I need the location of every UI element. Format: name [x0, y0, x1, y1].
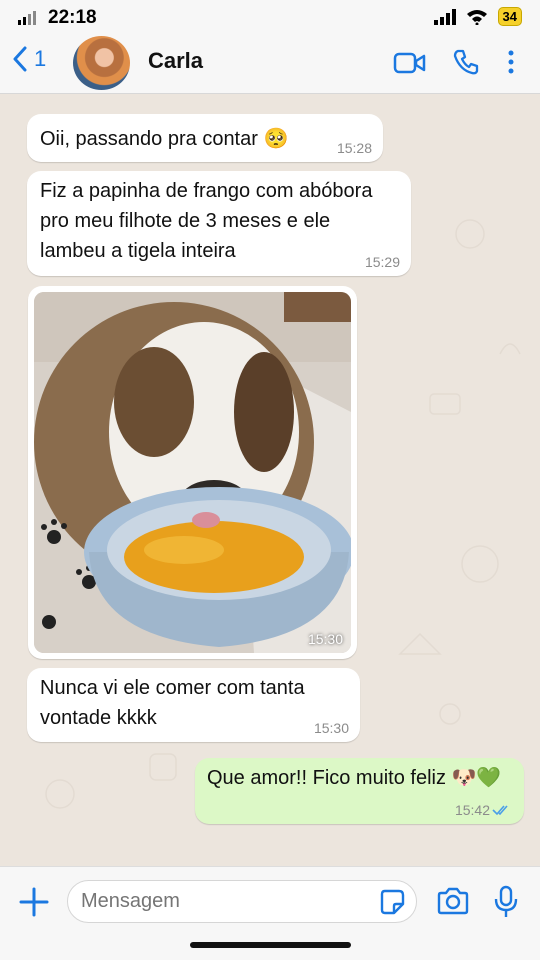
- signal-small-icon: [18, 11, 36, 25]
- status-bar: 22:18 34: [0, 0, 540, 36]
- wifi-icon: [466, 9, 487, 25]
- camera-icon[interactable]: [436, 887, 470, 915]
- message-time: 15:28: [336, 140, 372, 156]
- read-receipt-icon: [492, 805, 508, 816]
- plus-icon[interactable]: [18, 886, 50, 918]
- video-call-icon[interactable]: [393, 51, 427, 75]
- photo-message-bubble[interactable]: 15:30: [28, 286, 357, 659]
- battery-indicator: 34: [497, 7, 522, 26]
- message-text: Oii, passando pra contar 🥺: [40, 128, 289, 150]
- message-bubble-outgoing[interactable]: Que amor!! Fico muito feliz 🐶💚 15:42: [195, 758, 524, 824]
- message-text: Que amor!! Fico muito feliz 🐶💚: [207, 767, 502, 789]
- dog-eating-image: [34, 292, 351, 653]
- dog-photo[interactable]: [34, 292, 351, 653]
- message-time-text: 15:42: [454, 802, 490, 818]
- avatar[interactable]: [73, 36, 130, 90]
- back-unread-count: 1: [34, 46, 47, 71]
- contact-name[interactable]: Carla: [148, 48, 203, 74]
- message-time: 15:29: [364, 254, 400, 270]
- message-text: Fiz a papinha de frango com abóbora pro …: [40, 180, 373, 262]
- chevron-left-icon: [13, 46, 27, 72]
- chat-area[interactable]: Oii, passando pra contar 🥺 15:28 Fiz a p…: [0, 94, 540, 866]
- microphone-icon[interactable]: [493, 885, 519, 919]
- status-time: 22:18: [48, 7, 97, 28]
- photo-message-time: 15:30: [307, 631, 343, 647]
- message-bubble-incoming[interactable]: Oii, passando pra contar 🥺 15:28: [27, 114, 383, 162]
- message-bubble-incoming[interactable]: Nunca vi ele comer com tanta vontade kkk…: [27, 668, 360, 742]
- home-indicator[interactable]: [190, 942, 351, 948]
- back-button[interactable]: 1: [12, 46, 46, 72]
- more-options-icon[interactable]: [507, 49, 515, 75]
- cellular-signal-icon: [433, 8, 456, 25]
- phone-call-icon[interactable]: [452, 48, 480, 76]
- message-time: 15:30: [313, 720, 349, 736]
- message-time: 15:42: [455, 802, 490, 818]
- message-text: Nunca vi ele comer com tanta vontade kkk…: [40, 677, 305, 729]
- chat-header: 1 Carla: [0, 36, 540, 94]
- message-input[interactable]: [67, 880, 417, 923]
- message-bubble-incoming[interactable]: Fiz a papinha de frango com abóbora pro …: [27, 171, 411, 276]
- sticker-icon[interactable]: [378, 888, 406, 916]
